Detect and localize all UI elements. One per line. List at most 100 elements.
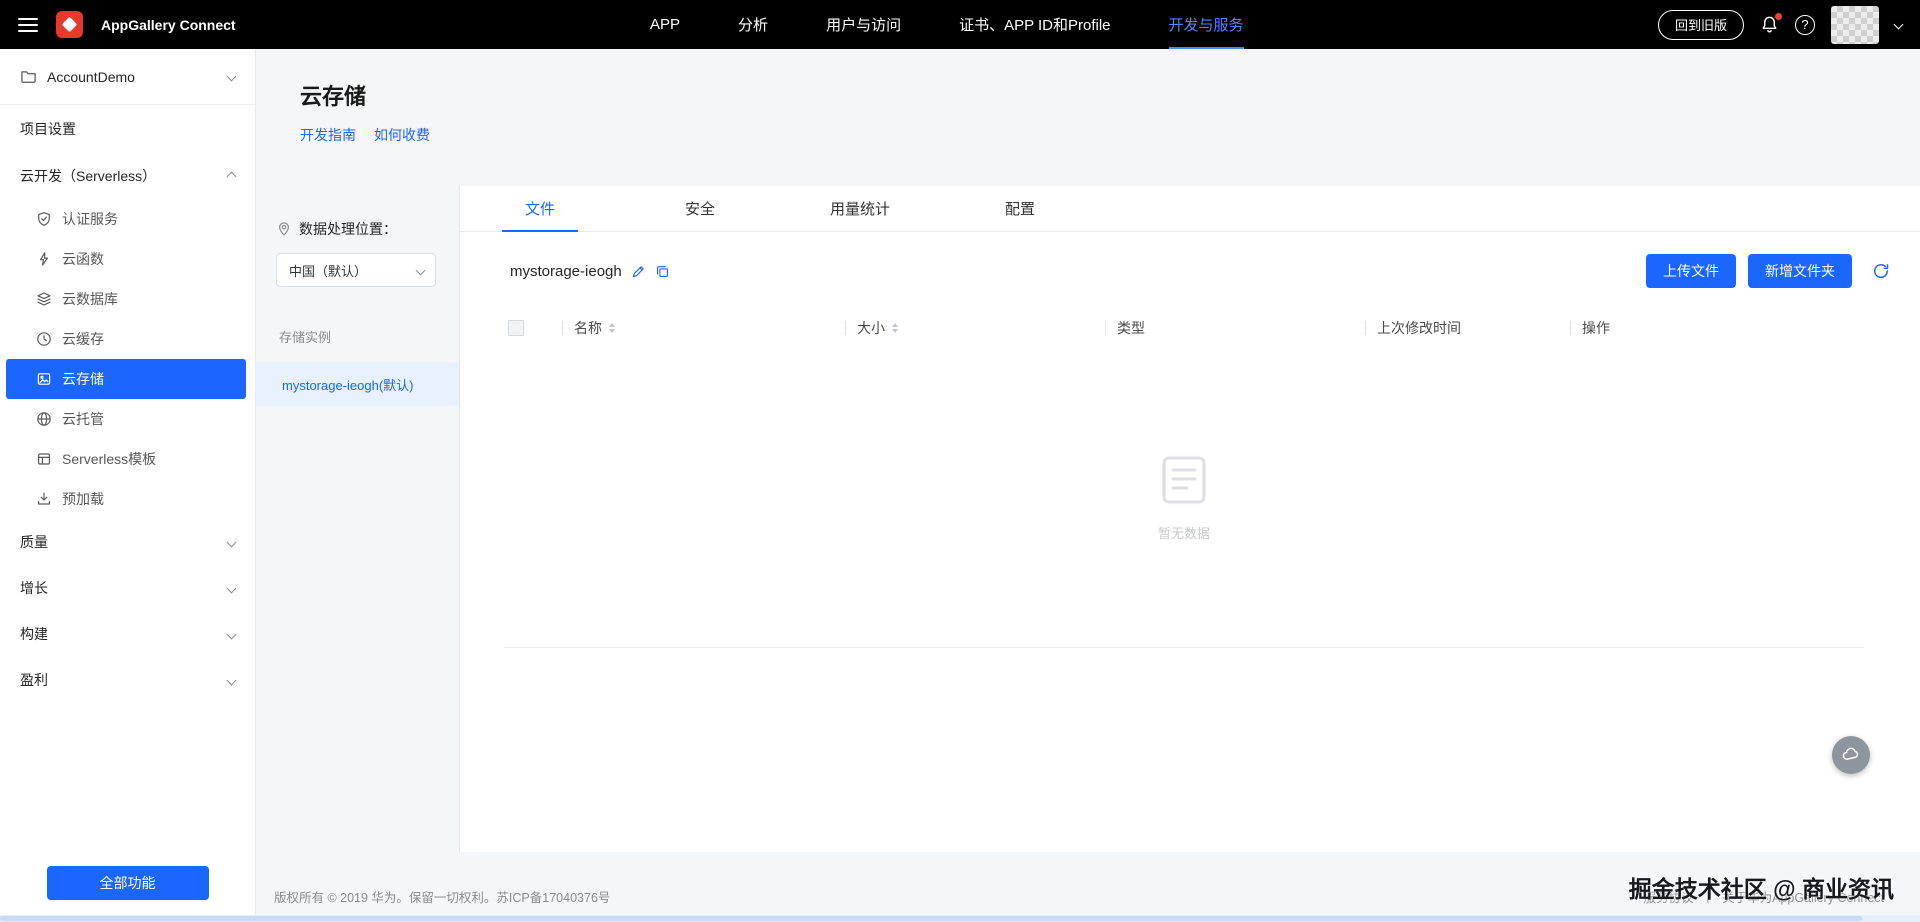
storage-instance-item[interactable]: mystorage-ieogh(默认) [256, 362, 459, 406]
sidebar: AccountDemo 项目设置 云开发（Serverless） 认证服务 云函… [0, 49, 256, 922]
template-icon [36, 451, 52, 467]
column-divider [562, 321, 563, 335]
cloud-service-floating-button[interactable] [1832, 736, 1870, 774]
chevron-down-icon[interactable] [1894, 20, 1904, 30]
storage-icon [36, 371, 52, 387]
notifications-bell-icon[interactable] [1760, 15, 1779, 34]
column-divider [1570, 321, 1571, 335]
sidebar-group-build[interactable]: 构建 [0, 611, 255, 657]
sidebar-group-monetize[interactable]: 盈利 [0, 657, 255, 703]
sidebar-item-serverless-templates[interactable]: Serverless模板 [0, 439, 255, 479]
table-header: 名称 大小 类型 上次修改时间 [460, 308, 1920, 348]
tab-config[interactable]: 配置 [940, 186, 1100, 231]
sidebar-group-serverless[interactable]: 云开发（Serverless） [0, 153, 255, 199]
sidebar-item-preload[interactable]: 预加载 [0, 479, 255, 519]
column-size[interactable]: 大小 [845, 318, 1105, 338]
back-to-old-version-button[interactable]: 回到旧版 [1658, 10, 1744, 40]
tab-files[interactable]: 文件 [460, 186, 620, 231]
chevron-down-icon [227, 629, 237, 639]
project-selector[interactable]: AccountDemo [0, 49, 255, 105]
data-location-select[interactable]: 中国（默认） [276, 253, 436, 287]
menu-toggle-button[interactable] [18, 16, 38, 34]
column-type: 类型 [1105, 318, 1365, 338]
sidebar-item-label: 云数据库 [62, 289, 118, 309]
column-label: 大小 [857, 318, 885, 338]
location-pin-icon [276, 221, 292, 237]
refresh-icon[interactable] [1866, 256, 1896, 286]
sidebar-group-quality[interactable]: 质量 [0, 519, 255, 565]
chevron-down-icon [227, 675, 237, 685]
column-last-modified: 上次修改时间 [1365, 318, 1570, 338]
horizontal-scrollbar [0, 915, 1920, 922]
data-location-row: 数据处理位置： [256, 219, 459, 239]
data-location-value: 中国（默认） [289, 261, 367, 280]
help-icon[interactable]: ? [1795, 15, 1815, 35]
copy-bucket-name-icon[interactable] [655, 264, 670, 279]
column-divider [1365, 321, 1366, 335]
column-name[interactable]: 名称 [562, 318, 845, 338]
sidebar-item-cloud-db[interactable]: 云数据库 [0, 279, 255, 319]
appgallery-logo-icon [56, 11, 83, 38]
chevron-up-icon [227, 171, 237, 181]
sort-name-icon[interactable] [609, 323, 615, 333]
sidebar-item-cloud-functions[interactable]: 云函数 [0, 239, 255, 279]
topbar: AppGallery Connect APP 分析 用户与访问 证书、APP I… [0, 0, 1920, 49]
edit-bucket-icon[interactable] [631, 264, 646, 279]
sidebar-item-auth-service[interactable]: 认证服务 [0, 199, 255, 239]
tabs: 文件 安全 用量统计 配置 [460, 186, 1920, 232]
sidebar-item-label: 云函数 [62, 249, 104, 269]
folder-icon [20, 68, 37, 85]
project-name: AccountDemo [47, 69, 218, 85]
nav-users-access[interactable]: 用户与访问 [826, 0, 901, 49]
nav-develop-services[interactable]: 开发与服务 [1169, 0, 1244, 49]
column-actions: 操作 [1570, 318, 1896, 338]
nav-certificates-appid-profile[interactable]: 证书、APP ID和Profile [959, 0, 1110, 49]
sidebar-item-label: 认证服务 [62, 209, 118, 229]
sidebar-item-cloud-storage[interactable]: 云存储 [6, 359, 246, 399]
topbar-brand-area: AppGallery Connect [18, 11, 236, 38]
top-nav: APP 分析 用户与访问 证书、APP ID和Profile 开发与服务 [650, 0, 1244, 49]
function-icon [36, 251, 52, 267]
nav-app[interactable]: APP [650, 0, 680, 49]
horizontal-scrollbar-thumb[interactable] [0, 916, 1862, 921]
sidebar-group-label: 质量 [20, 532, 48, 552]
chevron-down-icon [227, 537, 237, 547]
bucket-name: mystorage-ieogh [510, 263, 622, 280]
pricing-link[interactable]: 如何收费 [374, 125, 430, 145]
sidebar-item-label: 云存储 [62, 369, 104, 389]
chevron-down-icon [227, 583, 237, 593]
hosting-icon [36, 411, 52, 427]
gem-shape [62, 17, 78, 33]
topbar-actions: 回到旧版 ? [1658, 6, 1902, 44]
select-all-checkbox[interactable] [508, 320, 524, 336]
all-features-button[interactable]: 全部功能 [47, 866, 209, 900]
avatar[interactable] [1831, 6, 1879, 44]
upload-file-button[interactable]: 上传文件 [1646, 254, 1736, 288]
instance-panel: 数据处理位置： 中国（默认） 存储实例 mystorage-ieogh(默认) [256, 186, 459, 852]
column-divider [1105, 321, 1106, 335]
sidebar-group-growth[interactable]: 增长 [0, 565, 255, 611]
sidebar-item-label: 预加载 [62, 489, 104, 509]
sidebar-item-label: 云托管 [62, 409, 104, 429]
sidebar-item-cloud-hosting[interactable]: 云托管 [0, 399, 255, 439]
sidebar-group-label: 增长 [20, 578, 48, 598]
tab-security[interactable]: 安全 [620, 186, 780, 231]
column-label: 操作 [1582, 318, 1610, 338]
cloud-icon [1841, 745, 1861, 765]
sidebar-item-cloud-cache[interactable]: 云缓存 [0, 319, 255, 359]
new-folder-button[interactable]: 新增文件夹 [1748, 254, 1852, 288]
watermark-text: 掘金技术社区 @ 商业资讯 [1629, 870, 1894, 904]
nav-analytics[interactable]: 分析 [738, 0, 768, 49]
copyright-text: 版权所有 © 2019 华为。保留一切权利。苏ICP备17040376号 [274, 887, 610, 906]
sidebar-group-label: 云开发（Serverless） [20, 166, 156, 186]
sort-size-icon[interactable] [892, 323, 898, 333]
column-divider [845, 321, 846, 335]
data-location-label: 数据处理位置： [299, 219, 397, 239]
chevron-down-icon [416, 265, 426, 275]
sidebar-item-label: Serverless模板 [62, 449, 156, 469]
column-label: 上次修改时间 [1377, 318, 1461, 338]
tab-usage-stats[interactable]: 用量统计 [780, 186, 940, 231]
sidebar-item-project-settings[interactable]: 项目设置 [0, 105, 255, 153]
sidebar-group-label: 盈利 [20, 670, 48, 690]
dev-guide-link[interactable]: 开发指南 [300, 125, 356, 145]
